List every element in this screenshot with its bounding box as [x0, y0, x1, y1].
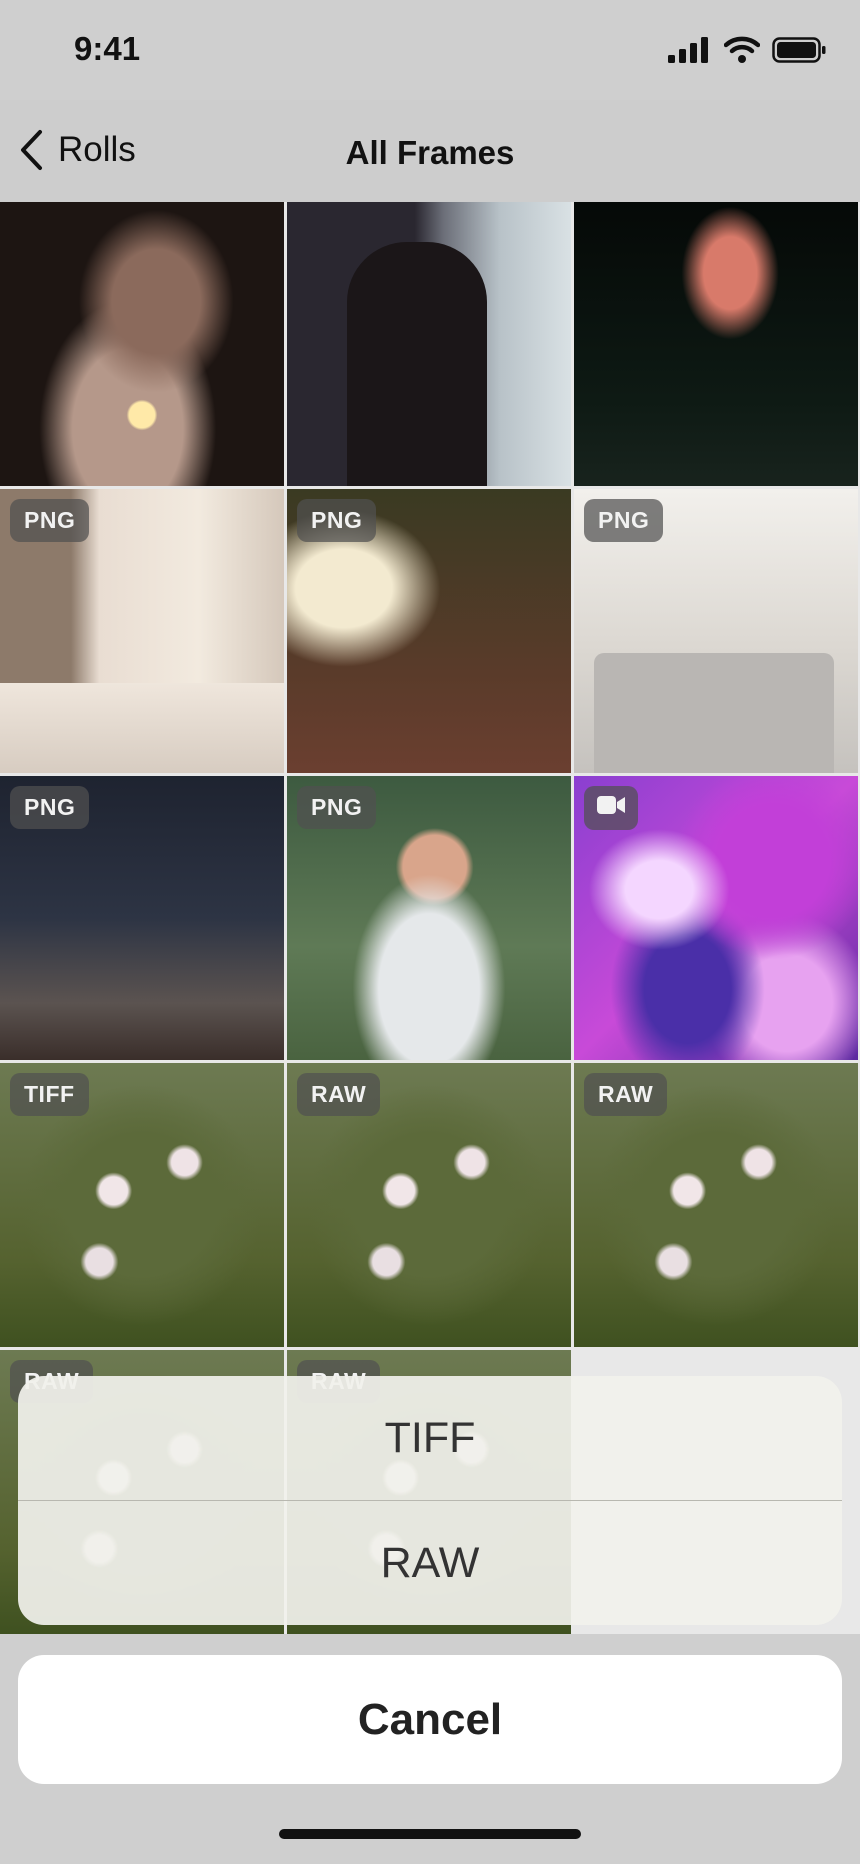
- frame-tile[interactable]: PNG: [0, 776, 284, 1060]
- frame-tile[interactable]: RAW: [287, 1063, 571, 1347]
- page-title: All Frames: [345, 134, 515, 171]
- status-icons: [668, 36, 826, 64]
- home-indicator: [279, 1829, 581, 1839]
- frame-tile[interactable]: PNG: [287, 489, 571, 773]
- frame-tile[interactable]: [574, 202, 858, 486]
- frame-tile[interactable]: [574, 776, 858, 1060]
- video-camera-icon: [597, 796, 625, 814]
- format-badge: TIFF: [10, 1073, 89, 1116]
- format-badge: RAW: [584, 1073, 668, 1116]
- cancel-button[interactable]: Cancel: [18, 1655, 842, 1784]
- navigation-bar: Rolls All Frames: [0, 100, 860, 202]
- frame-tile[interactable]: PNG: [574, 489, 858, 773]
- frame-tile[interactable]: PNG: [0, 489, 284, 773]
- format-action-sheet: TIFF RAW: [18, 1376, 842, 1625]
- option-tiff-button[interactable]: TIFF: [18, 1376, 842, 1500]
- battery-icon: [772, 37, 826, 63]
- cellular-signal-icon: [668, 37, 708, 63]
- video-badge: [584, 786, 638, 830]
- frame-tile[interactable]: TIFF: [0, 1063, 284, 1347]
- status-time: 9:41: [74, 30, 141, 67]
- wifi-icon: [724, 36, 760, 63]
- format-badge: PNG: [297, 499, 377, 542]
- format-badge: PNG: [10, 786, 90, 829]
- format-badge: PNG: [584, 499, 664, 542]
- status-bar: 9:41: [0, 0, 860, 100]
- format-badge: PNG: [297, 786, 377, 829]
- frame-tile[interactable]: RAW: [574, 1063, 858, 1347]
- format-badge: PNG: [10, 499, 90, 542]
- frame-tile[interactable]: [287, 202, 571, 486]
- format-badge: RAW: [297, 1073, 381, 1116]
- frame-tile[interactable]: [0, 202, 284, 486]
- frame-tile[interactable]: PNG: [287, 776, 571, 1060]
- option-raw-button[interactable]: RAW: [18, 1501, 842, 1625]
